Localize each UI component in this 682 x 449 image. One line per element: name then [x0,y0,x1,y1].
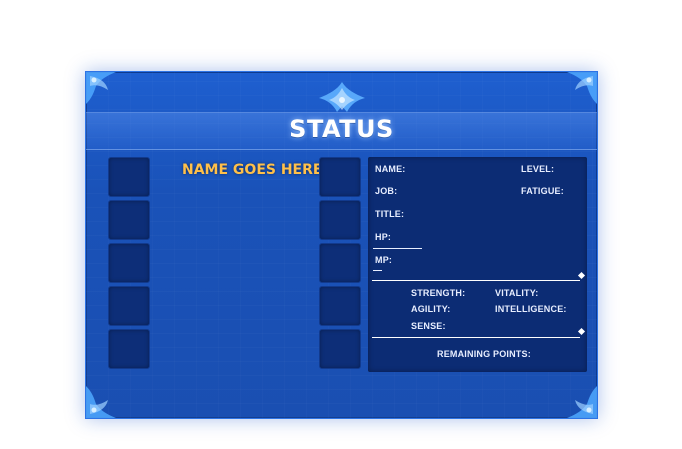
intelligence-label: INTELLIGENCE: [495,304,567,314]
stats-panel: NAME: LEVEL: JOB: FATIGUE: TITLE: HP: MP… [368,157,587,372]
fatigue-label: FATIGUE: [521,186,564,196]
remaining-points-label: REMAINING POINTS: [437,349,531,359]
hp-label: HP: [375,232,392,242]
name-label: NAME: [375,164,406,174]
equipment-slot[interactable] [108,286,150,326]
equipment-slot[interactable] [319,286,361,326]
status-window: STATUS NAME GOES HERE... NAME: LEVEL: JO… [85,71,598,419]
hp-bar [373,248,422,249]
agility-label: AGILITY: [411,304,451,314]
equipment-slot[interactable] [108,200,150,240]
level-label: LEVEL: [521,164,555,174]
corner-ornament-bottom-left [86,386,116,418]
equipment-slot[interactable] [319,329,361,369]
divider-diamond [577,327,586,336]
mp-label: MP: [375,255,393,265]
character-name: NAME GOES HERE... [182,162,339,178]
equipment-slot[interactable] [108,329,150,369]
job-label: JOB: [375,186,398,196]
corner-ornament-bottom-right [567,386,597,418]
window-title: STATUS [289,115,394,143]
section-divider [372,280,580,281]
mp-bar [373,270,382,271]
section-divider [372,337,580,338]
strength-label: STRENGTH: [411,288,466,298]
title-label: TITLE: [375,209,405,219]
equipment-slot[interactable] [108,157,150,197]
equipment-slot[interactable] [108,243,150,283]
equipment-slot[interactable] [319,157,361,197]
vitality-label: VITALITY: [495,288,539,298]
sense-label: SENSE: [411,321,446,331]
crest-ornament [318,82,365,112]
equipment-slot[interactable] [319,243,361,283]
divider-diamond [577,271,586,280]
equipment-slot[interactable] [319,200,361,240]
